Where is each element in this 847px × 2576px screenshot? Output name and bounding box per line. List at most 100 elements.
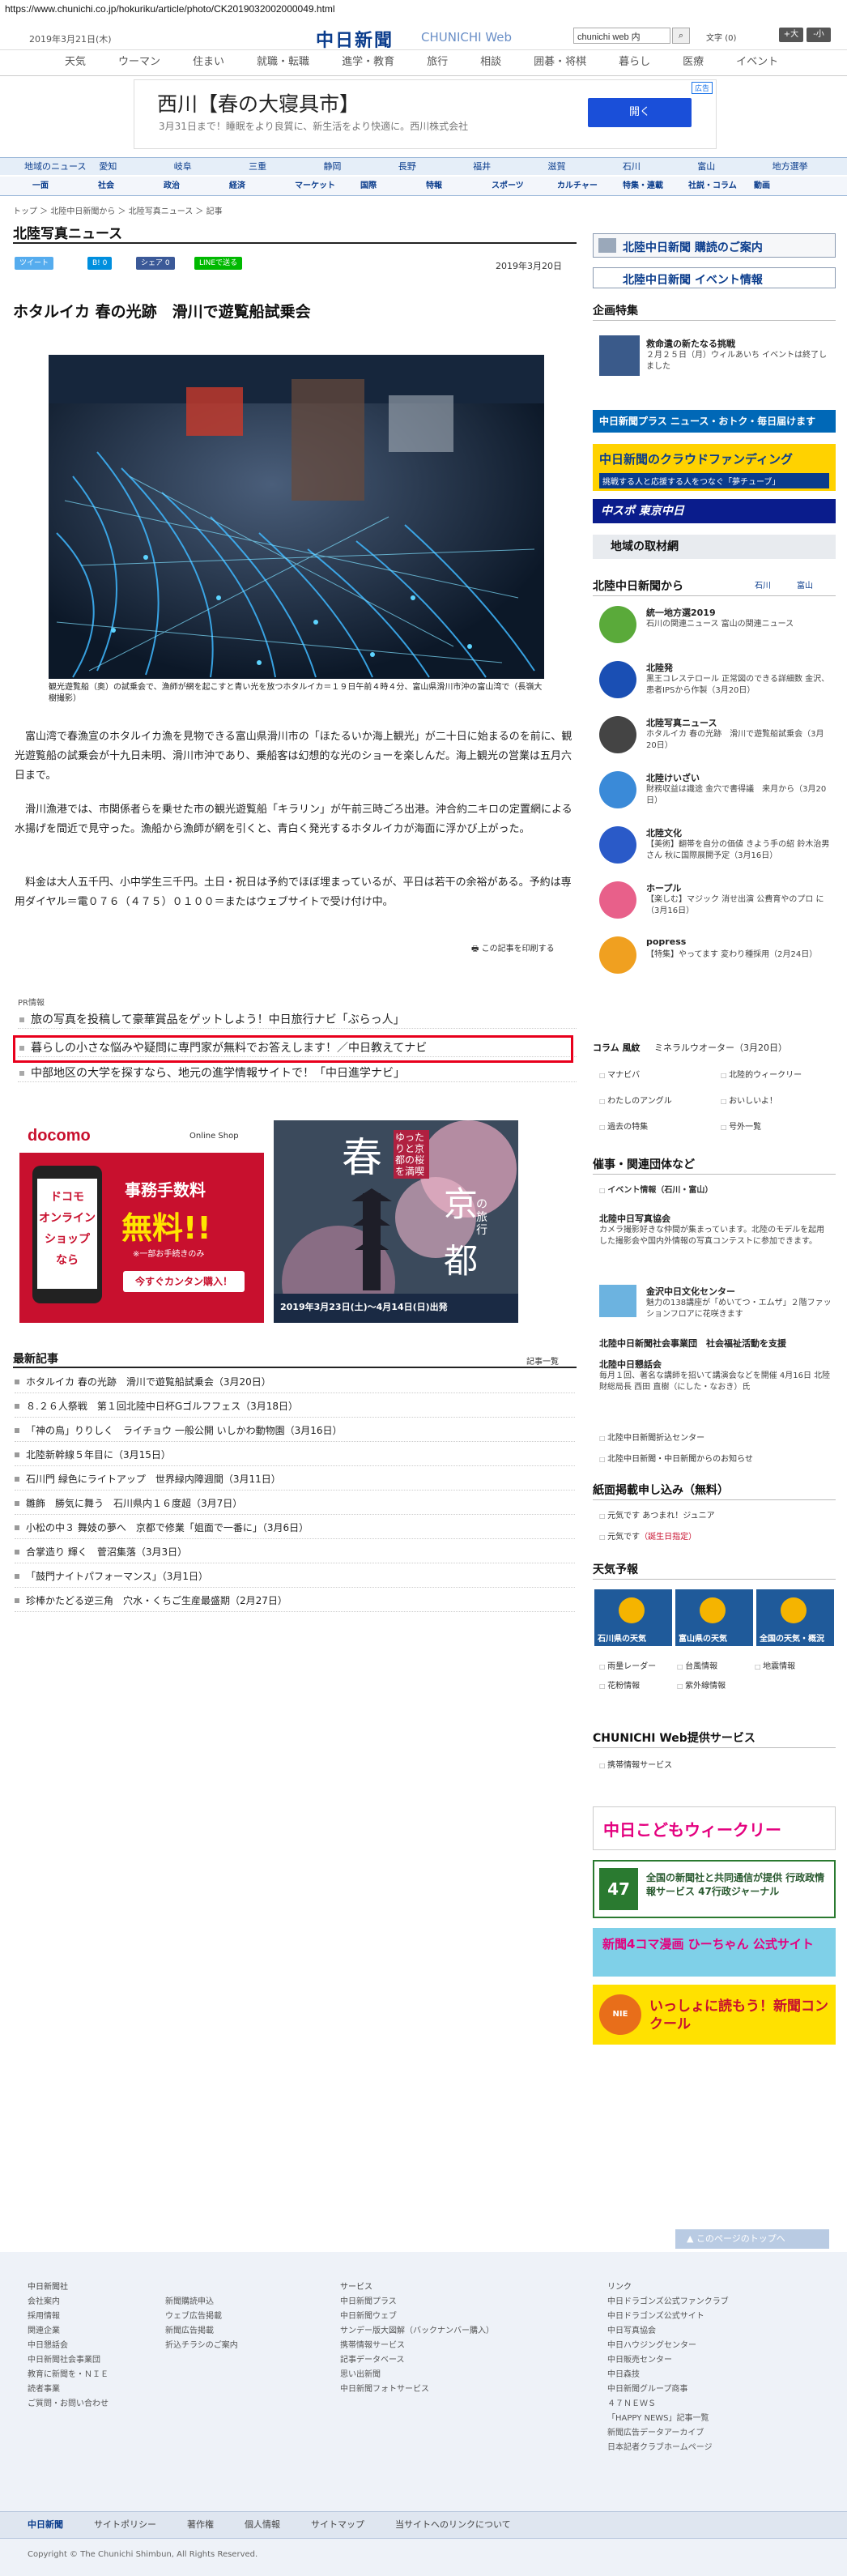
footer-link[interactable]: 読者事業 (28, 2382, 60, 2394)
top-nav-item[interactable]: 進学・教育 (326, 50, 411, 75)
crowdfunding-banner[interactable]: 中日新聞のクラウドファンディング 挑戦する人と応援する人をつなぐ「夢チューブ」 (593, 444, 836, 491)
hokuriku-news-item[interactable]: 北陸写真ニュース ホタルイカ 春の光跡 滑川で遊覧船試乗会（3月20日） (599, 716, 834, 765)
footer-link[interactable]: 中日新聞プラス (340, 2294, 397, 2306)
font-bigger-button[interactable]: +大 (779, 28, 803, 42)
kanazawa-culture-item[interactable]: 金沢中日文化センター 魅力の138講座が「めいてつ・エムザ」２階ファッションフロ… (599, 1285, 834, 1322)
category-nav-item[interactable]: 滋賀 (548, 158, 623, 175)
facebook-share-button[interactable]: シェア 0 (136, 257, 175, 270)
footer-link[interactable]: 中日新聞ウェブ (340, 2309, 397, 2321)
footer-link[interactable]: 新聞広告データアーカイブ (607, 2425, 704, 2437)
column-row[interactable]: コラム 風紋 ミネラルウオーター（3月20日） (593, 1041, 836, 1056)
search-input[interactable]: chunichi web 内 (573, 28, 670, 44)
footer-link[interactable]: 採用情報 (28, 2309, 60, 2321)
footer-link[interactable]: 中日懇話会 (28, 2338, 68, 2350)
footer-nav-item[interactable]: サイトマップ (311, 2512, 364, 2538)
latest-article-link[interactable]: ホタルイカ 春の光跡 滑川で遊覧船試乗会（3月20日） (15, 1371, 575, 1393)
hokuriku-news-item[interactable]: 統一地方選2019 石川の関連ニュース 富山の関連ニュース (599, 606, 834, 655)
top-nav-item[interactable]: 旅行 (411, 50, 464, 75)
top-nav-item[interactable]: 暮らし (602, 50, 666, 75)
footer-link[interactable]: 会社案内 (28, 2294, 60, 2306)
weather-tile[interactable]: 全国の天気・概況 (756, 1589, 834, 1646)
footer-link[interactable]: ウェブ広告掲載 (165, 2309, 222, 2321)
top-nav-item[interactable]: 天気 (49, 50, 102, 75)
category-nav-item[interactable]: 静岡 (323, 158, 398, 175)
latest-article-link[interactable]: 「鼓門ナイトパフォーマンス」（3月1日） (15, 1565, 575, 1588)
hatena-button[interactable]: B! 0 (87, 257, 113, 270)
latest-article-link[interactable]: 合掌造り 輝く 菅沼集落（3月3日） (15, 1541, 575, 1563)
sub-nav-item[interactable]: 一面 (32, 177, 98, 195)
side-link-item[interactable]: マナビバ (599, 1068, 640, 1080)
category-nav-item[interactable]: 福井 (473, 158, 547, 175)
latest-article-link[interactable]: 雛飾 勝気に舞う 石川県内１６度超（3月7日） (15, 1492, 575, 1515)
top-nav-item[interactable]: 住まい (177, 50, 240, 75)
gyosei-journal-banner[interactable]: 47 全国の新聞社と共同通信が提供 行政政情報サービス 47行政ジャーナル (593, 1860, 836, 1918)
top-nav-item[interactable]: 囲碁・将棋 (517, 50, 602, 75)
search-button[interactable]: ⌕ (672, 28, 690, 44)
footer-link[interactable]: 中日新聞社会事業団 (28, 2352, 100, 2365)
footer-link[interactable]: 思い出新聞 (340, 2367, 381, 2379)
chuspo-banner[interactable]: 中スポ 東京中日 (593, 499, 836, 523)
footer-link[interactable]: 中日ハウジングセンター (607, 2338, 696, 2350)
latest-article-link[interactable]: ８.２６人祭戦 第１回北陸中日杯Gゴルフフェス（3月18日） (15, 1395, 575, 1418)
footer-link[interactable]: 中日森技 (607, 2367, 640, 2379)
sub-nav-item[interactable]: 特報 (426, 177, 492, 195)
footer-link[interactable]: 新聞購読申込 (165, 2294, 214, 2306)
weather-link[interactable]: 紫外線情報 (677, 1678, 726, 1691)
orikomi-link[interactable]: 北陸中日新聞折込センター (599, 1431, 704, 1443)
category-nav-item[interactable]: 愛知 (99, 158, 173, 175)
hokuriku-news-item[interactable]: 北陸文化 【美術】翻帯を自分の価値 きよう手の紹 鈴木治男さん 秋に国際展開予定（… (599, 826, 834, 875)
tweet-button[interactable]: ツイート (15, 257, 54, 270)
footer-link[interactable]: サンデー版大図解（バックナンバー購入） (340, 2323, 494, 2335)
tab-ishikawa[interactable]: 石川 (755, 577, 771, 596)
footer-link[interactable]: 記事データベース (340, 2352, 405, 2365)
hokuriku-news-item[interactable]: 北陸けいざい 財務収益は識途 金穴で書得議 来月から（3月20日） (599, 771, 834, 820)
footer-link[interactable]: 関連企業 (28, 2323, 60, 2335)
footer-nav-item[interactable]: サイトポリシー (94, 2512, 156, 2538)
sub-nav-item[interactable]: 経済 (229, 177, 295, 195)
article-photo[interactable] (49, 355, 544, 679)
footer-link[interactable]: ご質問・お問い合わせ (28, 2396, 109, 2408)
sub-nav-item[interactable]: 社会 (98, 177, 164, 195)
footer-link[interactable]: 中日ドラゴンズ公式サイト (607, 2309, 704, 2321)
weather-link[interactable]: 地震情報 (755, 1659, 795, 1671)
weather-tile[interactable]: 富山県の天気 (675, 1589, 753, 1646)
footer-link[interactable]: ４７ＮＥＷＳ (607, 2396, 656, 2408)
side-link-item[interactable]: わたしのアングル (599, 1094, 672, 1106)
latest-article-link[interactable]: 北陸新幹線５年目に（3月15日） (15, 1444, 575, 1466)
sub-nav-item[interactable]: 動画 (754, 177, 819, 195)
browser-url[interactable]: https://www.chunichi.co.jp/hokuriku/arti… (0, 0, 847, 21)
sub-nav-item[interactable]: カルチャー (557, 177, 623, 195)
footer-link[interactable]: 中日ドラゴンズ公式ファンクラブ (607, 2294, 729, 2306)
category-nav-item[interactable]: 三重 (249, 158, 323, 175)
footer-link[interactable]: 携帯情報サービス (340, 2338, 405, 2350)
print-link[interactable]: 🖶 この記事を印刷する (471, 941, 555, 957)
site-logo[interactable]: 中日新聞 (316, 26, 394, 52)
ad-open-button[interactable]: 開く (588, 98, 692, 127)
events-info-link[interactable]: イベント情報（石川・富山） (599, 1183, 713, 1195)
footer-nav-item[interactable]: 著作権 (187, 2512, 214, 2538)
sub-nav-item[interactable]: スポーツ (492, 177, 557, 195)
tab-toyama[interactable]: 富山 (797, 577, 813, 596)
event-banner[interactable]: 北陸中日新聞 イベント情報 (593, 267, 836, 288)
side-link-item[interactable]: 北陸的ウィークリー (721, 1068, 802, 1080)
footer-link[interactable]: 中日写真協会 (607, 2323, 656, 2335)
top-nav-item[interactable]: ウーマン (102, 50, 177, 75)
kondan-item[interactable]: 北陸中日懇話会 毎月１回、著名な講師を招いて講演会などを開催 4月16日 北陸財… (599, 1358, 834, 1416)
ad-title[interactable]: 西川【春の大寝具市】 (157, 88, 360, 117)
docomo-cta-button[interactable]: 今すぐカンタン購入！ (123, 1271, 245, 1292)
side-link-item[interactable]: 過去の特集 (599, 1120, 648, 1132)
site-logo-sub[interactable]: CHUNICHI Web (421, 30, 512, 45)
niconcours-banner[interactable]: NIE いっしょに読もう！新聞コンクール (593, 1985, 836, 2045)
pr-link[interactable]: 中部地区の大学を探すなら、地元の進学情報サイトで！「中日進学ナビ」 (18, 1064, 577, 1082)
footer-nav-item[interactable]: 個人情報 (245, 2512, 280, 2538)
top-nav-item[interactable]: イベント (720, 50, 794, 75)
kyoto-travel-ad[interactable]: 春 ゆったりと京都の桜を満喫 京 の旅行 都 2019年3月23日(土)〜4月1… (274, 1120, 518, 1323)
sub-nav-item[interactable]: 国際 (360, 177, 426, 195)
line-share-button[interactable]: LINEで送る (194, 257, 243, 270)
kodomo-weekly-banner[interactable]: 中日こどもウィークリー (593, 1806, 836, 1850)
docomo-ad[interactable]: docomo Online Shop ドコモ オンライン ショップ なら 事務手数料 … (19, 1120, 264, 1323)
footer-link[interactable]: 中日新聞フォトサービス (340, 2382, 429, 2394)
footer-link[interactable]: 中日新聞グループ商事 (607, 2382, 687, 2394)
pr-link[interactable]: 旅の写真を投稿して豪華賞品をゲットしよう！中日旅行ナビ「ぶらっ人」 (18, 1011, 577, 1029)
hichan-banner[interactable]: 新聞4コマ漫画 ひーちゃん 公式サイト (593, 1928, 836, 1977)
